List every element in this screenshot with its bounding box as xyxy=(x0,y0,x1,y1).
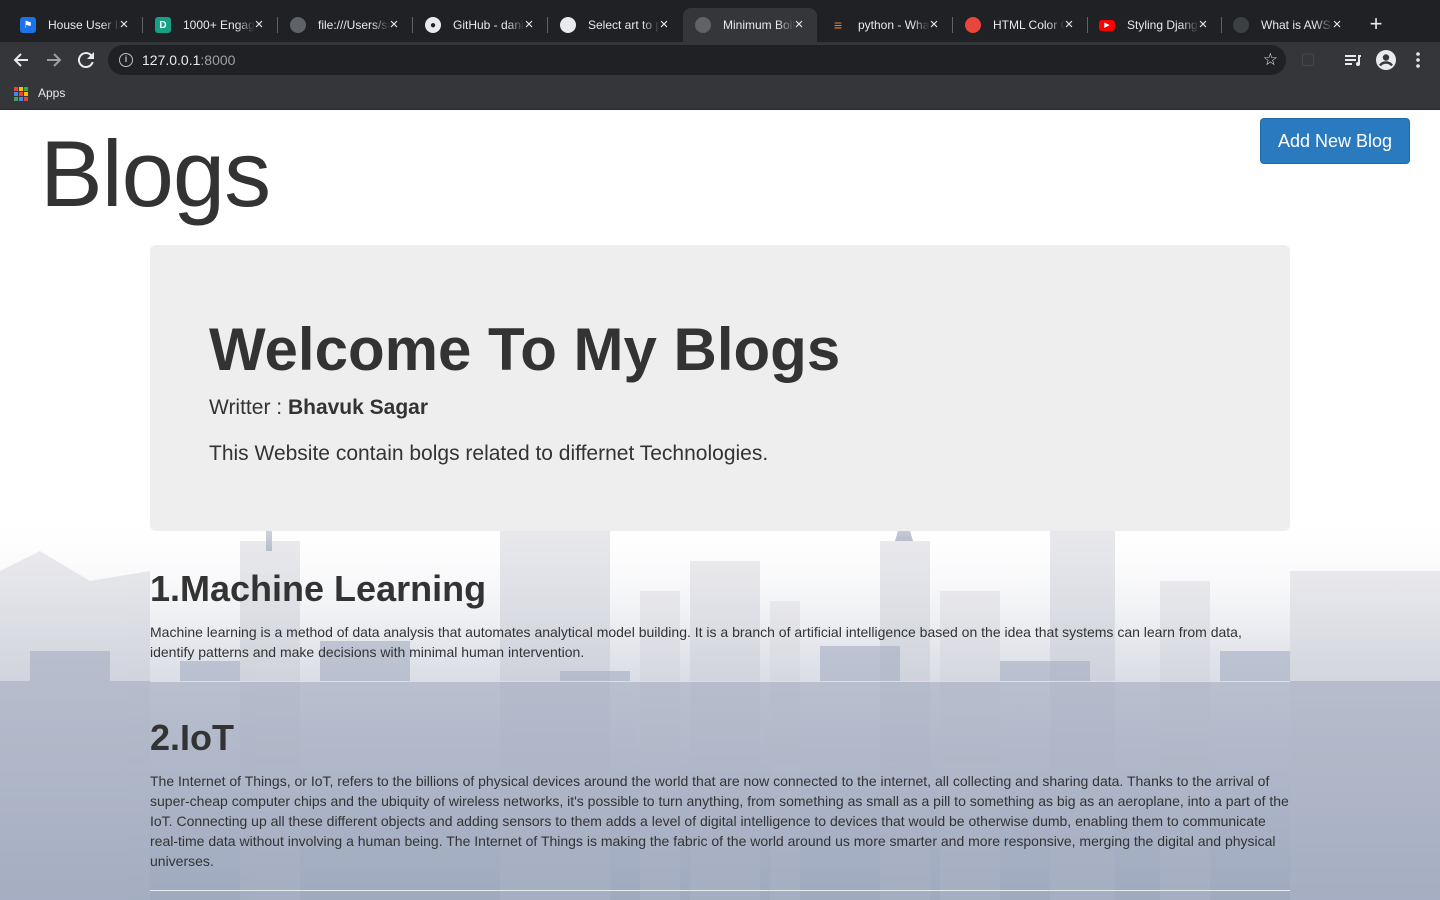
tab-styling-django[interactable]: ▶ Styling Django × xyxy=(1087,8,1222,42)
stackoverflow-icon: ≡ xyxy=(833,17,843,33)
writer-line: Writter : Bhavuk Sagar xyxy=(209,396,428,420)
info-icon[interactable]: i xyxy=(119,53,133,67)
writer-label: Writter : xyxy=(209,396,288,419)
tab-label: GitHub - danielbeach xyxy=(453,18,525,32)
github-icon: ● xyxy=(425,17,441,33)
welcome-heading: Welcome To My Blogs xyxy=(209,316,841,383)
tab-label: file:///Users/sagar xyxy=(318,18,390,32)
apps-grid-icon[interactable] xyxy=(14,87,28,101)
url-text[interactable]: 127.0.0.1:8000 xyxy=(142,52,235,68)
tab-label: python - What is xyxy=(858,18,930,32)
d-logo-icon: D xyxy=(155,17,171,33)
tab-minimum-boilerplate[interactable]: Minimum Boilerplate × xyxy=(683,8,817,42)
close-icon[interactable]: × xyxy=(791,17,807,33)
address-bar[interactable]: i 127.0.0.1:8000 ☆ xyxy=(108,45,1286,75)
blog-post-title: 2.IoT xyxy=(150,717,235,758)
tab-label: Minimum Boilerplate xyxy=(723,18,795,32)
playlist-icon xyxy=(1345,55,1361,66)
tab-label: House User Interface xyxy=(48,18,120,32)
blog-post-body: The Internet of Things, or IoT, refers t… xyxy=(150,773,1289,869)
post-divider xyxy=(150,681,1290,682)
add-new-blog-button[interactable]: Add New Blog xyxy=(1260,118,1410,164)
post-divider xyxy=(150,890,1290,891)
tab-engaging[interactable]: D 1000+ Engaging × xyxy=(143,8,278,42)
tab-html-color[interactable]: HTML Color Codes × xyxy=(953,8,1088,42)
youtube-icon: ▶ xyxy=(1099,19,1115,31)
tab-python[interactable]: ≡ python - What is × xyxy=(818,8,953,42)
close-icon[interactable]: × xyxy=(521,17,537,33)
close-icon[interactable]: × xyxy=(926,17,942,33)
forward-arrow-icon xyxy=(47,53,62,67)
site-tagline: This Website contain bolgs related to di… xyxy=(209,442,769,465)
profile-button[interactable] xyxy=(1374,48,1398,72)
forward-button[interactable] xyxy=(42,48,66,72)
aws-icon xyxy=(1233,17,1249,33)
extension-icon[interactable]: ▢ xyxy=(1296,48,1320,72)
close-icon[interactable]: × xyxy=(1195,17,1211,33)
account-icon xyxy=(1376,50,1396,70)
tab-label: Styling Django xyxy=(1127,18,1199,32)
tab-label: 1000+ Engaging xyxy=(183,18,255,32)
close-icon[interactable]: × xyxy=(251,17,267,33)
globe-icon xyxy=(560,17,576,33)
bookmarks-bar: Apps xyxy=(0,78,1440,110)
tab-aws[interactable]: What is AWS × xyxy=(1221,8,1355,42)
close-icon[interactable]: × xyxy=(386,17,402,33)
kebab-menu-icon xyxy=(1416,52,1420,68)
tab-label: HTML Color Codes xyxy=(993,18,1065,32)
blog-post-body: Machine learning is a method of data ana… xyxy=(150,624,1242,660)
blog-post: 2.IoT The Internet of Things, or IoT, re… xyxy=(150,718,1290,891)
tab-github[interactable]: ● GitHub - danielbeach × xyxy=(413,8,548,42)
tab-file[interactable]: file:///Users/sagar × xyxy=(278,8,413,42)
close-icon[interactable]: × xyxy=(1329,17,1345,33)
apps-bookmark[interactable]: Apps xyxy=(38,86,65,100)
back-arrow-icon xyxy=(13,53,28,67)
close-icon[interactable]: × xyxy=(656,17,672,33)
close-icon[interactable]: × xyxy=(116,17,132,33)
page-title: Blogs xyxy=(40,121,271,226)
blog-post-title: 1.Machine Learning xyxy=(150,568,487,609)
back-button[interactable] xyxy=(9,48,33,72)
tab-label: Select art to print xyxy=(588,18,660,32)
color-wheel-icon xyxy=(965,17,981,33)
web-page: Blogs Add New Blog Welcome To My Blogs W… xyxy=(0,111,1440,900)
tab-label: What is AWS xyxy=(1261,18,1331,32)
blog-post: 1.Machine Learning Machine learning is a… xyxy=(150,569,1290,682)
writer-name: Bhavuk Sagar xyxy=(287,396,429,419)
media-controls-button[interactable] xyxy=(1341,48,1365,72)
new-tab-button[interactable]: + xyxy=(1364,13,1388,37)
reload-icon xyxy=(77,52,94,69)
close-icon[interactable]: × xyxy=(1061,17,1077,33)
globe-icon xyxy=(695,17,711,33)
tab-select-art[interactable]: Select art to print × xyxy=(548,8,682,42)
globe-icon xyxy=(290,17,306,33)
welcome-jumbotron: Welcome To My Blogs Writter : Bhavuk Sag… xyxy=(150,245,1290,531)
tab-house-user[interactable]: ⚑ House User Interface × xyxy=(8,8,143,42)
bookmark-star-icon[interactable]: ☆ xyxy=(1263,49,1278,71)
reload-button[interactable] xyxy=(74,48,98,72)
tab-strip: ⚑ House User Interface × D 1000+ Engagin… xyxy=(0,0,1440,42)
flag-icon: ⚑ xyxy=(20,17,36,33)
browser-toolbar: i 127.0.0.1:8000 ☆ ▢ xyxy=(0,42,1440,78)
browser-menu-button[interactable] xyxy=(1406,48,1430,72)
